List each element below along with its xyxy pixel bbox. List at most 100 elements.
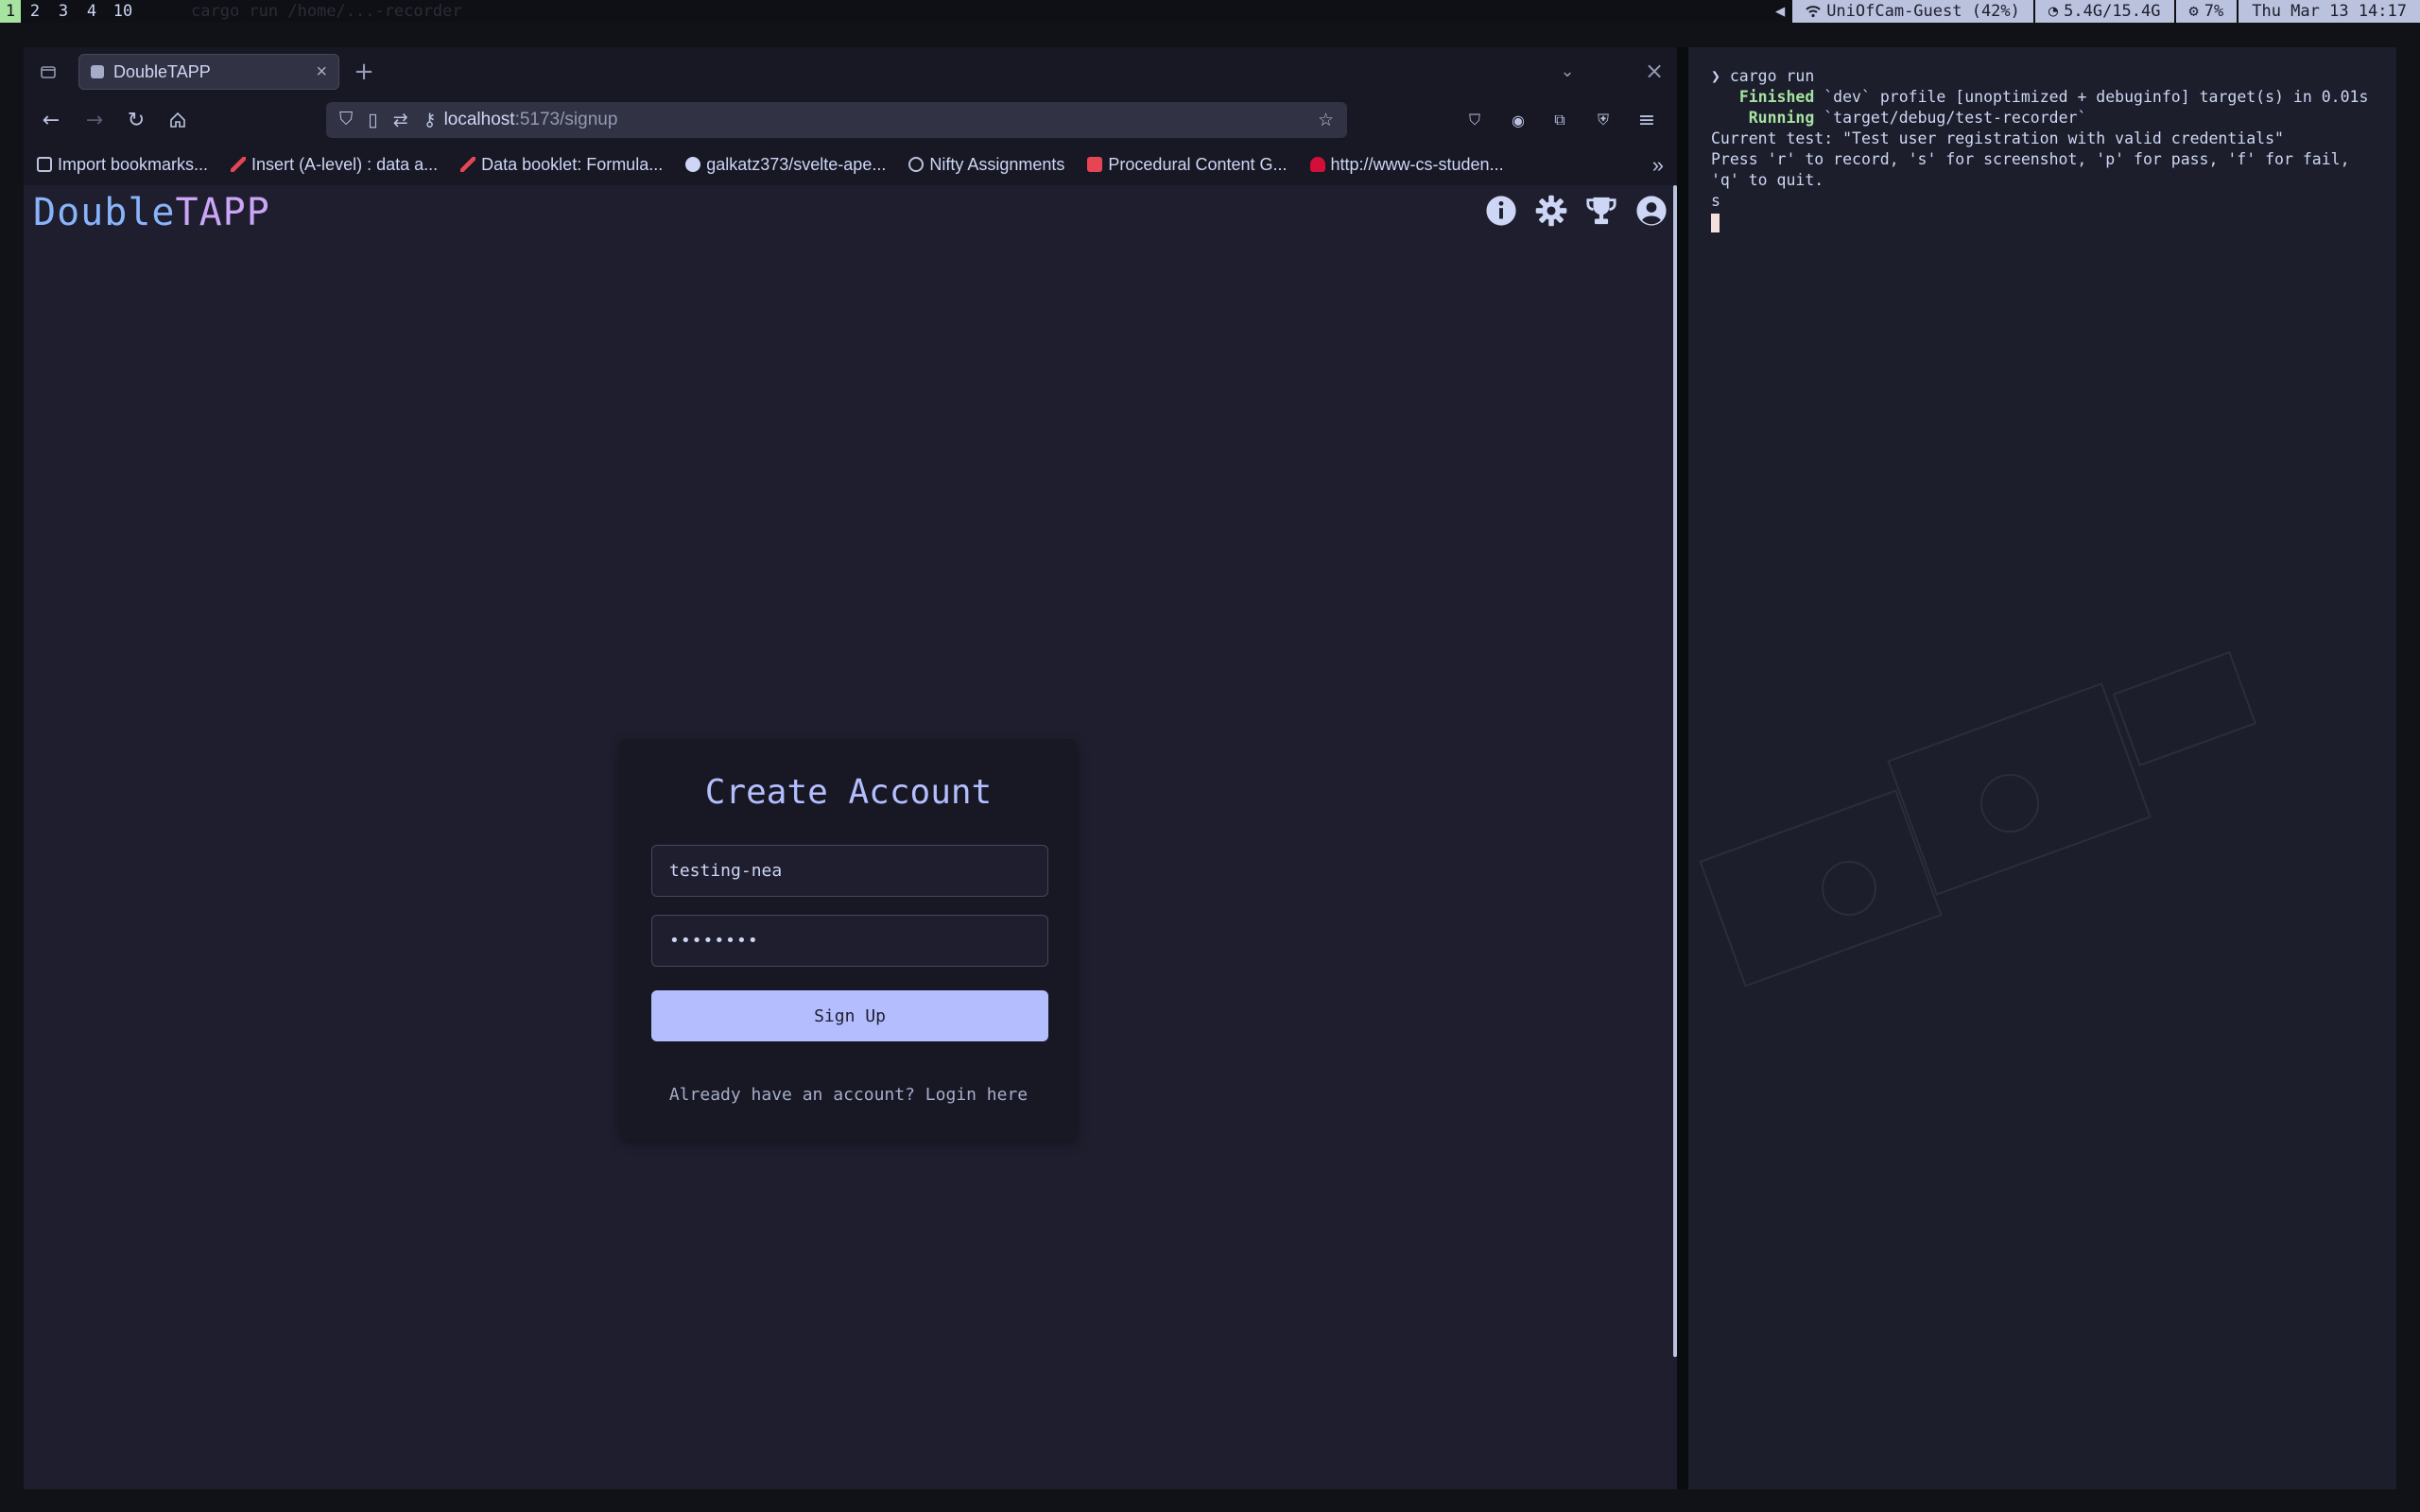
terminal-typed-input: s <box>1711 192 1720 210</box>
page-info-icon[interactable]: ▯ <box>368 110 377 131</box>
password-input[interactable] <box>651 915 1048 967</box>
nav-bar: ← → ↻ ⛉ ▯ ⇄ ⚷ localhost:5173/signup ☆ ⛉ … <box>24 96 1677 144</box>
logo-part-tapp: TAPP <box>175 191 270 234</box>
memory-indicator: ◔ 5.4G/15.4G <box>2032 0 2174 23</box>
terminal-command: cargo run <box>1729 67 1815 85</box>
bookmark-nifty[interactable]: Nifty Assignments <box>908 155 1064 175</box>
tab-list-icon[interactable] <box>37 60 60 83</box>
memory-icon: ◔ <box>2048 2 2059 21</box>
tab-close-icon[interactable]: × <box>316 61 327 83</box>
window-gap <box>1677 47 1688 1489</box>
bookmark-cs-student[interactable]: http://www-cs-studen... <box>1309 154 1504 175</box>
sign-up-button[interactable]: Sign Up <box>651 990 1048 1041</box>
clock-label: Thu Mar 13 14:17 <box>2252 2 2407 21</box>
bookmark-label: Nifty Assignments <box>929 154 1065 174</box>
browser-window: DoubleTAPP × + ⌄ × ← → ↻ ⛉ ▯ ⇄ ⚷ localho… <box>24 47 1677 1489</box>
cpu-indicator: ⚙ 7% <box>2173 0 2238 23</box>
app-logo[interactable]: DoubleTAPP <box>33 191 270 234</box>
bookmark-label: Insert (A-level) : data a... <box>251 154 439 174</box>
signup-card: Create Account Sign Up Already have an a… <box>619 739 1078 1140</box>
bookmarks-bar: Import bookmarks... Insert (A-level) : d… <box>24 144 1677 185</box>
cpu-icon: ⚙ <box>2188 2 2199 21</box>
terminal-instructions: Press 'r' to record, 's' for screenshot,… <box>1711 150 2360 189</box>
bookmark-star-icon[interactable]: ☆ <box>1318 110 1334 131</box>
bookmarks-overflow-icon[interactable]: » <box>1652 153 1664 178</box>
workspace-2[interactable]: 2 <box>21 0 49 23</box>
tracking-shield-icon[interactable]: ⛉ <box>339 110 353 130</box>
info-icon[interactable] <box>1485 195 1517 227</box>
hat-icon <box>1309 157 1325 172</box>
logo-part-double: Double <box>33 191 176 234</box>
url-host: localhost <box>443 110 515 129</box>
forward-icon[interactable]: → <box>82 108 107 132</box>
terminal-window[interactable]: ❯ cargo run Finished `dev` profile [unop… <box>1688 47 2396 1489</box>
web-page: DoubleTAPP Create Account testing-nea ••… <box>24 185 1677 1489</box>
bookmark-label: Import bookmarks... <box>58 154 209 174</box>
terminal-current-test: Current test: "Test user registration wi… <box>1711 129 2284 147</box>
reload-icon[interactable]: ↻ <box>124 108 148 132</box>
url-path: :5173/signup <box>514 110 618 129</box>
workspace-1[interactable]: 1 <box>0 0 21 23</box>
terminal-finished-line: Finished `dev` profile [unoptimized + de… <box>1711 87 2376 108</box>
memory-label: 5.4G/15.4G <box>2064 2 2161 21</box>
status-right: ◀ UniOfCam-Guest (42%) ◔ 5.4G/15.4G ⚙ 7%… <box>1767 0 2420 23</box>
permissions-icon[interactable]: ⇄ <box>393 110 408 131</box>
login-link[interactable]: Already have an account? Login here <box>619 1085 1078 1105</box>
status-bar: 1 2 3 4 10 cargo run /home/...-recorder … <box>0 0 2420 23</box>
wifi-indicator[interactable]: UniOfCam-Guest (42%) <box>1792 0 2033 23</box>
bookmark-label: http://www-cs-studen... <box>1330 154 1504 174</box>
settings-icon[interactable] <box>1535 195 1567 227</box>
finished-label: Finished <box>1738 88 1815 106</box>
back-icon[interactable]: ← <box>39 108 63 132</box>
clock: Thu Mar 13 14:17 <box>2237 0 2420 23</box>
account-circle-icon[interactable]: ◉ <box>1506 108 1530 132</box>
terminal-running-line: Running `target/debug/test-recorder` <box>1711 108 2376 129</box>
wifi-icon <box>1806 6 1821 18</box>
bookmark-import[interactable]: Import bookmarks... <box>37 155 208 175</box>
ublock-icon[interactable]: ⛨ <box>1591 108 1616 132</box>
bookmark-pcg[interactable]: Procedural Content G... <box>1087 154 1288 175</box>
bookmark-label: Procedural Content G... <box>1108 154 1288 174</box>
workspace-10[interactable]: 10 <box>106 0 140 23</box>
window-title: cargo run /home/...-recorder <box>191 2 462 21</box>
bookmark-data-booklet[interactable]: Data booklet: Formula... <box>460 155 663 175</box>
pcg-icon <box>1087 157 1103 172</box>
running-label: Running <box>1748 109 1815 127</box>
wifi-label: UniOfCam-Guest (42%) <box>1826 2 2020 21</box>
tab-overflow-chevron-icon[interactable]: ⌄ <box>1555 59 1580 83</box>
window-close-icon[interactable]: × <box>1642 58 1667 84</box>
signup-title: Create Account <box>704 773 993 812</box>
url-text: localhost:5173/signup <box>444 110 618 130</box>
tab-bar: DoubleTAPP × + ⌄ × <box>24 47 1677 96</box>
account-icon[interactable] <box>1635 195 1668 227</box>
home-icon[interactable] <box>165 108 190 132</box>
volume-indicator[interactable]: ◀ <box>1767 0 1793 23</box>
cpu-label: 7% <box>2204 2 2224 21</box>
terminal-cursor-line <box>1711 212 2376 232</box>
trophy-icon[interactable] <box>1585 195 1617 227</box>
bookmark-red-icon <box>231 157 247 172</box>
workspace-4[interactable]: 4 <box>78 0 106 23</box>
menu-icon[interactable]: ≡ <box>1634 108 1659 132</box>
speaker-icon: ◀ <box>1774 2 1786 21</box>
new-tab-icon[interactable]: + <box>351 58 377 86</box>
username-input[interactable] <box>651 845 1048 897</box>
bookmark-label: galkatz373/svelte-ape... <box>706 154 887 174</box>
tab-title: DoubleTAPP <box>113 61 211 81</box>
key-icon[interactable]: ⚷ <box>424 110 437 131</box>
url-bar[interactable]: ⛉ ▯ ⇄ ⚷ localhost:5173/signup ☆ <box>326 102 1347 138</box>
prompt-symbol: ❯ <box>1711 67 1720 85</box>
import-icon <box>37 157 52 172</box>
tab-doubletapp[interactable]: DoubleTAPP × <box>78 54 339 90</box>
bookmark-github[interactable]: galkatz373/svelte-ape... <box>685 155 886 175</box>
tab-favicon-icon <box>91 65 104 78</box>
pocket-icon[interactable]: ⛉ <box>1462 108 1487 132</box>
wallpaper-decoration <box>1699 650 2257 988</box>
terminal-cursor <box>1711 213 1720 232</box>
bookmark-label: Data booklet: Formula... <box>481 154 664 174</box>
globe-icon <box>908 157 925 172</box>
extensions-icon[interactable]: ⧉ <box>1547 108 1572 132</box>
bookmark-insert[interactable]: Insert (A-level) : data a... <box>231 155 438 175</box>
terminal-prompt-line: ❯ cargo run <box>1711 66 2376 87</box>
workspace-3[interactable]: 3 <box>49 0 78 23</box>
